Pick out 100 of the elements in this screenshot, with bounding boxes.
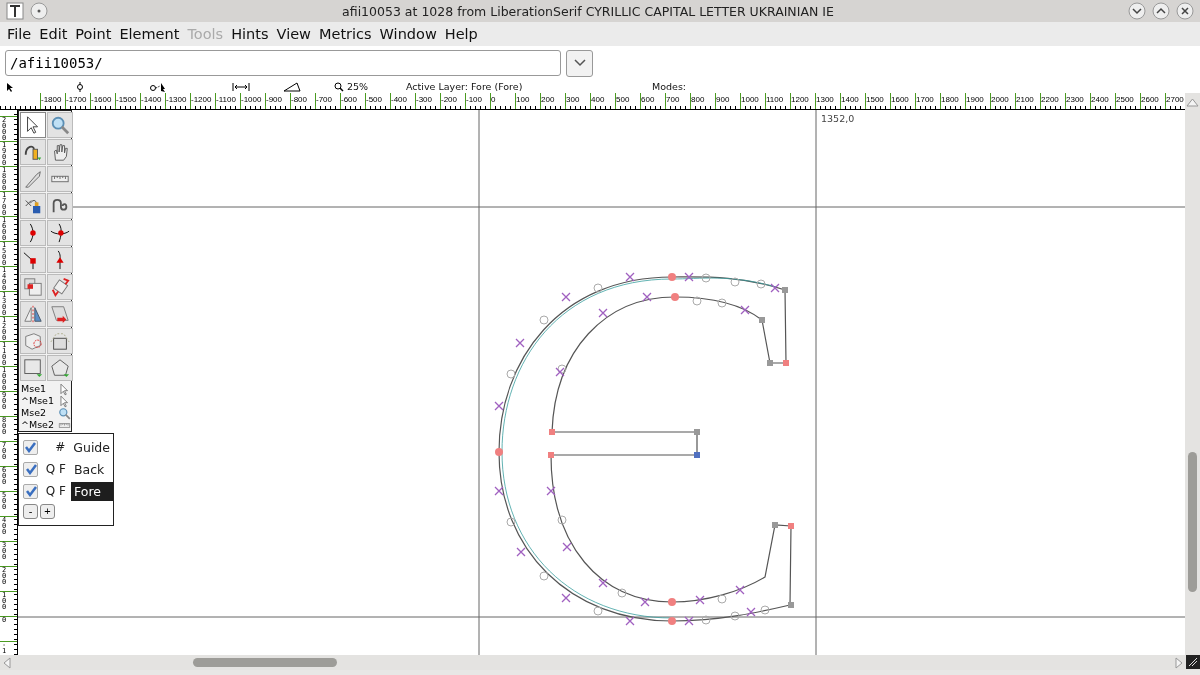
skew-icon bbox=[50, 304, 70, 324]
ruler-label: 1400 bbox=[841, 95, 859, 104]
glyph-name-field[interactable]: /afii10053/ bbox=[5, 50, 561, 76]
curve-point-icon bbox=[50, 223, 70, 243]
ruler-label: 2000 bbox=[991, 95, 1009, 104]
ruler-label: 2100 bbox=[1016, 95, 1034, 104]
scroll-left-arrow-icon[interactable] bbox=[2, 655, 12, 670]
width-icon bbox=[232, 81, 250, 92]
mouse-button-label: Mse1 bbox=[21, 383, 47, 395]
magnifier-icon bbox=[58, 406, 71, 420]
tool-button[interactable] bbox=[47, 139, 73, 165]
tool-button[interactable] bbox=[47, 328, 73, 354]
ruler-label: 1600 bbox=[891, 95, 909, 104]
ruler-label: -900 bbox=[266, 95, 282, 104]
window-title: afii10053 at 1028 from LiberationSerif CYRILLIC CAPITAL LETTER UKRAINIAN IE bbox=[341, 3, 835, 19]
magnifier-icon bbox=[50, 115, 70, 135]
close-button[interactable] bbox=[1176, 2, 1194, 20]
ruler-label: 1900 bbox=[966, 95, 984, 104]
tool-button[interactable] bbox=[20, 220, 46, 246]
layer-name[interactable]: Fore bbox=[71, 481, 113, 501]
ruler-label: -800 bbox=[291, 95, 307, 104]
ruler-label: -1500 bbox=[116, 95, 137, 104]
tool-button[interactable] bbox=[47, 274, 73, 300]
rotate-icon bbox=[50, 277, 70, 297]
scroll-right-arrow-icon[interactable] bbox=[1174, 655, 1184, 670]
layer-name[interactable]: Guide bbox=[70, 437, 113, 457]
ruler-label: 2700 bbox=[1166, 95, 1184, 104]
dropdown-button[interactable] bbox=[566, 49, 593, 77]
layer-name[interactable]: Back bbox=[71, 459, 108, 479]
tool-button[interactable] bbox=[20, 274, 46, 300]
tool-button[interactable] bbox=[47, 193, 73, 219]
menu-item[interactable]: Metrics bbox=[314, 26, 376, 42]
ruler-label: 1100 bbox=[766, 95, 784, 104]
ruler-label: -1800 bbox=[41, 95, 62, 104]
tool-button[interactable] bbox=[20, 193, 46, 219]
maximize-button[interactable] bbox=[1152, 2, 1170, 20]
mouse-button-label: Mse2 bbox=[21, 407, 47, 419]
tool-button[interactable] bbox=[47, 301, 73, 327]
arrow-pointer-icon bbox=[58, 382, 71, 396]
ruler-label: 2400 bbox=[1091, 95, 1109, 104]
ruler-label: -700 bbox=[316, 95, 332, 104]
menu-item[interactable]: Hints bbox=[227, 26, 273, 42]
ruler-label: 200 bbox=[541, 95, 555, 104]
ruler-label: 400 bbox=[591, 95, 605, 104]
ruler-label: 2500 bbox=[1116, 95, 1134, 104]
coordinates-readout: 1352,0 bbox=[821, 113, 855, 124]
arrow-pointer-icon bbox=[58, 394, 71, 408]
layer-flags: # bbox=[54, 440, 66, 454]
visibility-checkbox[interactable] bbox=[23, 461, 38, 477]
layer-button[interactable]: - bbox=[23, 504, 38, 519]
mouse-button-label: ^Mse2 bbox=[21, 419, 54, 431]
visibility-checkbox[interactable] bbox=[23, 483, 38, 499]
vertical-scrollbar[interactable] bbox=[1185, 110, 1200, 655]
ruler-label: -400 bbox=[391, 95, 407, 104]
layer-flags: Q F bbox=[44, 484, 66, 498]
ruler-label: 300 bbox=[566, 95, 580, 104]
ruler-label: 1000 bbox=[741, 95, 759, 104]
layer-button[interactable]: + bbox=[40, 504, 55, 519]
ruler-label: -300 bbox=[416, 95, 432, 104]
tool-button[interactable] bbox=[20, 112, 46, 138]
menu-item[interactable]: Window bbox=[375, 26, 441, 42]
menu-item[interactable]: Help bbox=[440, 26, 482, 42]
minimize-button[interactable] bbox=[1128, 2, 1146, 20]
ruler-label: 100 bbox=[516, 95, 530, 104]
ruler-label: -600 bbox=[341, 95, 357, 104]
perspective-icon bbox=[50, 331, 70, 351]
tool-button[interactable] bbox=[47, 220, 73, 246]
scrollbar-thumb[interactable] bbox=[1188, 452, 1197, 592]
active-layer-label: Active Layer: Fore (Fore) bbox=[406, 81, 524, 92]
tool-button[interactable] bbox=[20, 247, 46, 273]
ruler-label: 800 bbox=[691, 95, 705, 104]
visibility-checkbox[interactable] bbox=[23, 439, 38, 455]
menu-item[interactable]: Point bbox=[71, 26, 116, 42]
scale-icon bbox=[23, 277, 43, 297]
menu-item[interactable]: File bbox=[3, 26, 36, 42]
app-icon bbox=[6, 2, 24, 20]
menu-item[interactable]: Element bbox=[115, 26, 184, 42]
ruler-label: 2200 bbox=[1041, 95, 1059, 104]
menu-item[interactable]: View bbox=[272, 26, 315, 42]
tool-button[interactable] bbox=[20, 139, 46, 165]
mouse-button-label: ^Mse1 bbox=[21, 395, 54, 407]
ruler-label: 1300 bbox=[816, 95, 834, 104]
ruler-label: -200 bbox=[441, 95, 457, 104]
window-menu-button[interactable] bbox=[30, 2, 48, 20]
cube-icon bbox=[23, 331, 43, 351]
ruler-label: 1500 bbox=[866, 95, 884, 104]
flip-icon bbox=[23, 304, 43, 324]
ruler-label: -1200 bbox=[191, 95, 212, 104]
menu-item[interactable]: Edit bbox=[35, 26, 72, 42]
ruler-label: -1400 bbox=[141, 95, 162, 104]
ruler-label: -100 bbox=[466, 95, 482, 104]
scrollbar-thumb[interactable] bbox=[193, 658, 337, 667]
tool-button[interactable] bbox=[20, 301, 46, 327]
rectangle-icon bbox=[23, 358, 43, 378]
knife-icon bbox=[23, 169, 43, 189]
tool-button[interactable] bbox=[20, 355, 46, 381]
tool-button[interactable] bbox=[47, 247, 73, 273]
ruler-label: 600 bbox=[641, 95, 655, 104]
glyph-canvas[interactable]: 1352,0 Mse1 ^Mse1 Mse2 ^Mse2 # Guide Q F Back Q F Fore - + bbox=[18, 110, 1185, 655]
modes-label: Modes: bbox=[652, 81, 688, 92]
